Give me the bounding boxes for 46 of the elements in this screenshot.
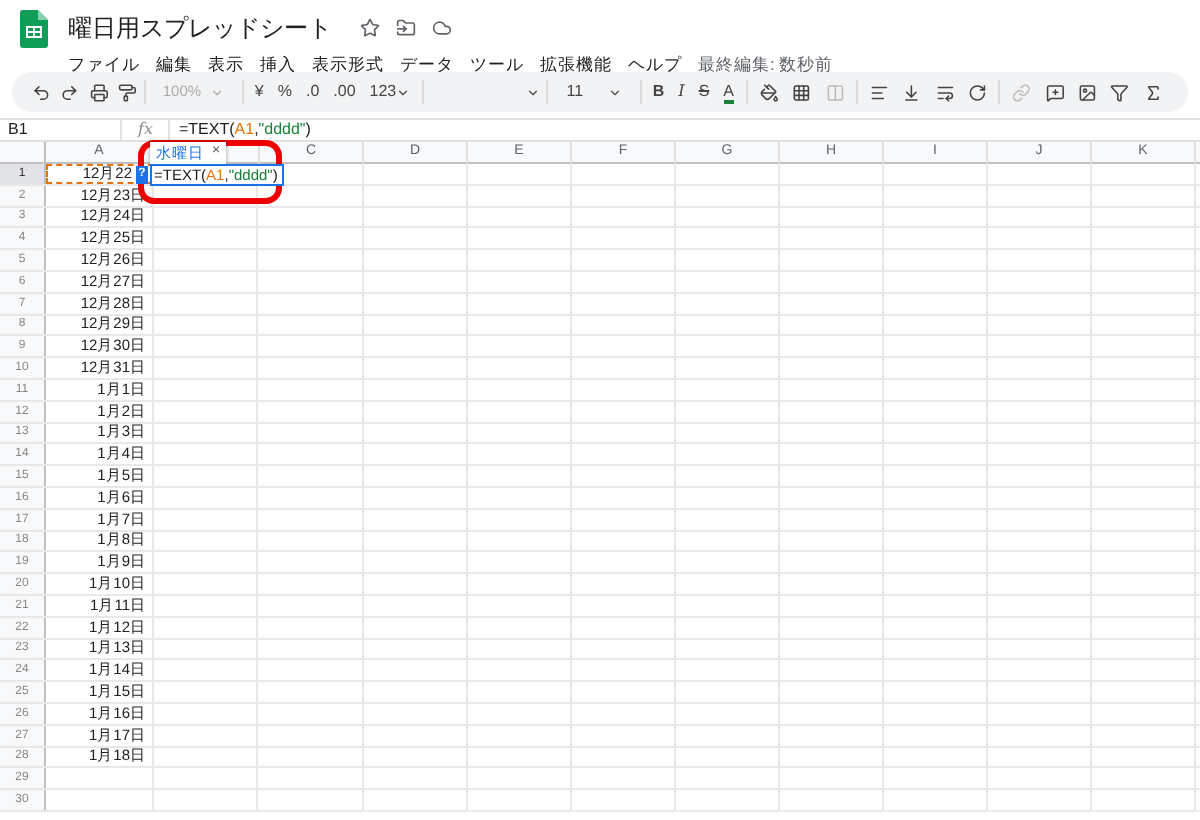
menu-item[interactable]: 編集: [156, 52, 192, 78]
undo-icon[interactable]: [32, 81, 51, 103]
document-title[interactable]: 曜日用スプレッドシート: [68, 10, 332, 46]
sheets-logo-icon[interactable]: [20, 10, 48, 48]
menu-item[interactable]: ヘルプ: [628, 52, 682, 78]
increase-decimal-button[interactable]: .00: [327, 76, 362, 108]
font-size-dropdown[interactable]: 11: [554, 80, 634, 104]
align-icon[interactable]: [869, 81, 889, 103]
menu-item[interactable]: 表示形式: [312, 52, 384, 78]
merge-cells-icon[interactable]: [825, 81, 844, 103]
function-label: fx: [135, 118, 155, 142]
borders-icon[interactable]: [792, 81, 812, 103]
last-edit-link[interactable]: 最終編集: 数秒前: [698, 52, 834, 78]
image-icon[interactable]: [1077, 81, 1097, 103]
redo-icon[interactable]: [60, 81, 80, 103]
folder-icon[interactable]: [396, 18, 416, 38]
text-color-button[interactable]: A: [717, 76, 741, 108]
bold-button[interactable]: B: [646, 76, 671, 108]
paint-format-icon[interactable]: [118, 81, 137, 103]
caret-icon: [396, 85, 411, 99]
filter-icon[interactable]: [1110, 81, 1130, 103]
menu-item[interactable]: データ: [400, 52, 454, 78]
sigma-icon[interactable]: [1143, 81, 1163, 103]
menu-item[interactable]: 表示: [208, 52, 244, 78]
print-icon[interactable]: [89, 81, 109, 103]
star-icon[interactable]: [360, 18, 380, 38]
caret-icon: [607, 85, 622, 99]
text-rotation-icon[interactable]: [967, 81, 987, 103]
comment-icon[interactable]: [1045, 81, 1064, 103]
caret-icon: [526, 85, 541, 99]
menu-item[interactable]: 挿入: [260, 52, 296, 78]
caret-icon: [209, 85, 224, 99]
vertical-align-icon[interactable]: [902, 81, 922, 103]
name-box[interactable]: B1: [0, 118, 120, 142]
number-format-dropdown[interactable]: 123: [363, 76, 417, 108]
decrease-decimal-button[interactable]: .0: [299, 76, 326, 108]
menu-item[interactable]: ツール: [470, 52, 524, 78]
currency-button[interactable]: ¥: [248, 76, 270, 108]
text-wrap-icon[interactable]: [935, 81, 954, 103]
cloud-icon[interactable]: [432, 18, 452, 38]
menu-item[interactable]: ファイル: [68, 52, 140, 78]
fill-color-icon[interactable]: [759, 81, 779, 103]
menu-item[interactable]: 拡張機能: [540, 52, 612, 78]
italic-button[interactable]: I: [672, 76, 691, 108]
strikethrough-button[interactable]: S: [692, 76, 716, 108]
percent-button[interactable]: %: [271, 76, 298, 108]
